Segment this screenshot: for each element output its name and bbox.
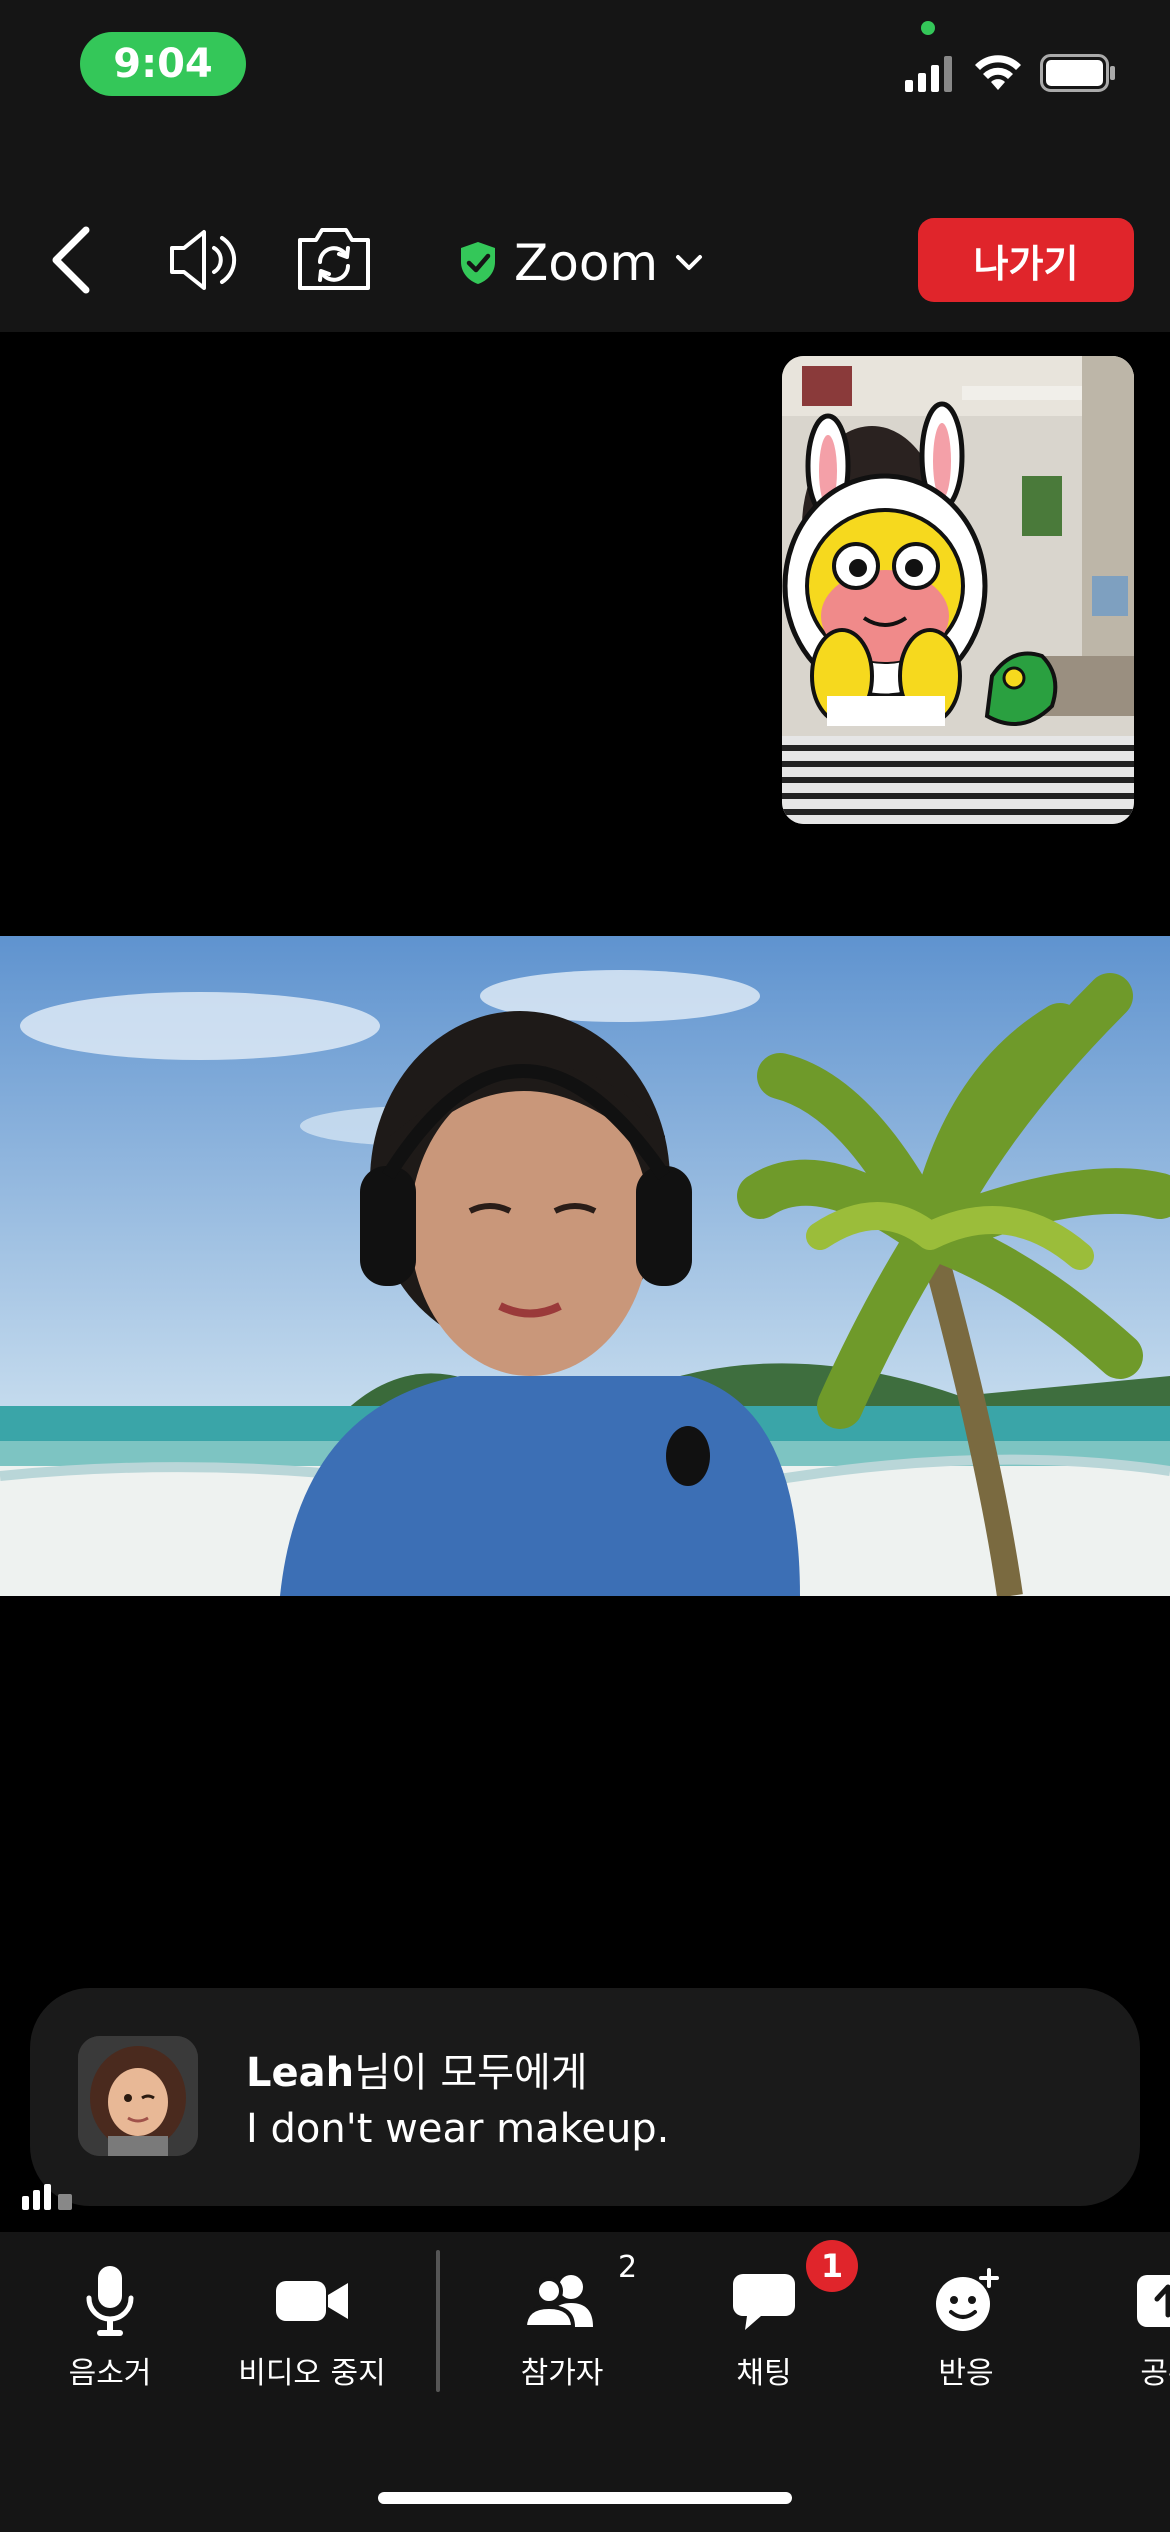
toolbar-divider bbox=[436, 2250, 440, 2392]
home-indicator[interactable] bbox=[378, 2492, 792, 2504]
self-video-feed bbox=[782, 356, 1134, 824]
share-label: 공유 bbox=[1140, 2356, 1170, 2391]
wifi-icon bbox=[975, 55, 1021, 90]
mute-label: 음소거 bbox=[68, 2356, 152, 2391]
participant-count: 2 bbox=[618, 2250, 638, 2285]
leave-button[interactable]: 나가기 bbox=[918, 218, 1134, 302]
camera-switch-icon[interactable] bbox=[296, 222, 372, 294]
speaker-video bbox=[0, 936, 1170, 1596]
meeting-title: Zoom bbox=[514, 234, 659, 292]
audio-level-icon bbox=[22, 2184, 72, 2210]
chat-label: 채팅 bbox=[736, 2356, 792, 2391]
avatar bbox=[78, 2036, 198, 2156]
chevron-down-icon bbox=[676, 255, 703, 270]
video-camera-icon bbox=[276, 2281, 348, 2321]
chat-message-toast[interactable]: Leah님이 모두에게 I don't wear makeup. bbox=[30, 1988, 1140, 2206]
back-icon[interactable] bbox=[46, 224, 96, 296]
share-icon bbox=[1137, 2275, 1170, 2327]
status-time: 9:04 bbox=[80, 32, 246, 96]
share-button[interactable]: 공유 bbox=[1078, 2262, 1170, 2392]
microphone-icon bbox=[86, 2266, 134, 2336]
chat-sender: Leah님이 모두에게 bbox=[246, 2050, 588, 2096]
participants-icon bbox=[523, 2275, 593, 2329]
speaker-icon[interactable] bbox=[166, 224, 242, 296]
meeting-title-dropdown[interactable]: Zoom bbox=[458, 228, 704, 298]
main-video-feed[interactable] bbox=[0, 936, 1170, 1596]
reactions-label: 반응 bbox=[938, 2356, 994, 2391]
stop-video-label: 비디오 중지 bbox=[238, 2356, 386, 2391]
reaction-smiley-icon bbox=[936, 2268, 999, 2331]
chat-bubble-icon bbox=[733, 2274, 795, 2330]
shield-check-icon bbox=[461, 242, 495, 284]
mute-button[interactable]: 음소거 bbox=[20, 2262, 200, 2392]
status-bar bbox=[0, 0, 1170, 200]
camera-in-use-indicator bbox=[921, 21, 935, 35]
battery-icon bbox=[1040, 54, 1115, 92]
stop-video-button[interactable]: 비디오 중지 bbox=[222, 2262, 402, 2392]
chat-unread-badge: 1 bbox=[806, 2240, 858, 2292]
reactions-button[interactable]: 반응 bbox=[876, 2262, 1056, 2392]
participants-label: 참가자 bbox=[520, 2356, 604, 2391]
cellular-signal-icon bbox=[905, 56, 952, 92]
chat-message-text: I don't wear makeup. bbox=[246, 2106, 670, 2152]
self-video-tile[interactable] bbox=[782, 356, 1134, 824]
